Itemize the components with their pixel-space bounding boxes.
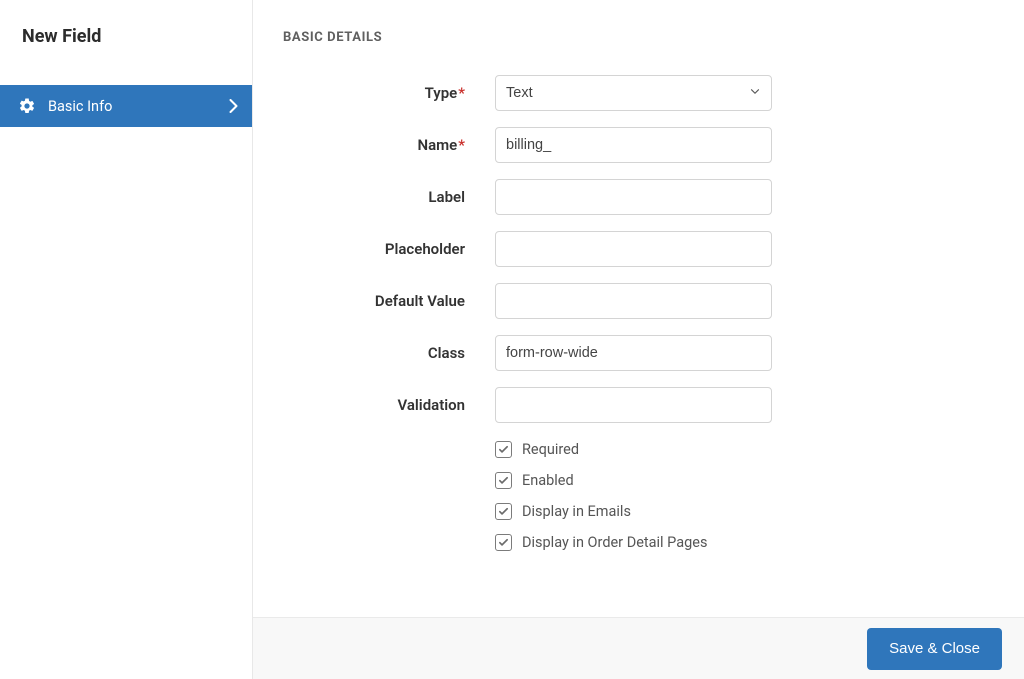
name-label: Name*: [283, 136, 495, 154]
checkbox-display-emails[interactable]: [495, 503, 512, 520]
gear-icon: [18, 97, 36, 115]
sidebar: New Field Basic Info: [0, 0, 253, 679]
label-input[interactable]: [495, 179, 772, 215]
checkbox-enabled-label: Enabled: [522, 472, 574, 489]
form-row-validation: Validation: [283, 387, 994, 423]
checkbox-enabled[interactable]: [495, 472, 512, 489]
checkbox-display-order-detail[interactable]: [495, 534, 512, 551]
sidebar-item-label: Basic Info: [48, 98, 229, 115]
form-row-default-value: Default Value: [283, 283, 994, 319]
checkbox-required-label: Required: [522, 441, 579, 458]
name-input[interactable]: [495, 127, 772, 163]
checkbox-required[interactable]: [495, 441, 512, 458]
default-value-label: Default Value: [283, 292, 495, 310]
checkbox-display-emails-row: Display in Emails: [495, 503, 994, 520]
sidebar-title: New Field: [0, 0, 252, 47]
validation-input[interactable]: [495, 387, 772, 423]
validation-label: Validation: [283, 396, 495, 414]
section-title: BASIC DETAILS: [283, 30, 994, 45]
default-value-input[interactable]: [495, 283, 772, 319]
placeholder-label: Placeholder: [283, 240, 495, 258]
checkbox-display-emails-label: Display in Emails: [522, 503, 631, 520]
footer: Save & Close: [253, 617, 1024, 679]
placeholder-input[interactable]: [495, 231, 772, 267]
checkbox-enabled-row: Enabled: [495, 472, 994, 489]
checkbox-required-row: Required: [495, 441, 994, 458]
checkbox-group: Required Enabled Display in Emails Displ…: [495, 441, 994, 551]
chevron-right-icon: [229, 99, 238, 113]
class-input[interactable]: [495, 335, 772, 371]
save-close-button[interactable]: Save & Close: [867, 628, 1002, 670]
form-row-placeholder: Placeholder: [283, 231, 994, 267]
form-row-name: Name*: [283, 127, 994, 163]
label-label: Label: [283, 188, 495, 206]
form-row-class: Class: [283, 335, 994, 371]
checkbox-display-order-detail-row: Display in Order Detail Pages: [495, 534, 994, 551]
class-label: Class: [283, 344, 495, 362]
type-select[interactable]: Text: [495, 75, 772, 111]
form-row-label: Label: [283, 179, 994, 215]
sidebar-item-basic-info[interactable]: Basic Info: [0, 85, 252, 127]
main-panel: BASIC DETAILS Type* Text Name* Label Pla…: [253, 0, 1024, 618]
form-row-type: Type* Text: [283, 75, 994, 111]
checkbox-display-order-detail-label: Display in Order Detail Pages: [522, 534, 707, 551]
type-label: Type*: [283, 84, 495, 102]
